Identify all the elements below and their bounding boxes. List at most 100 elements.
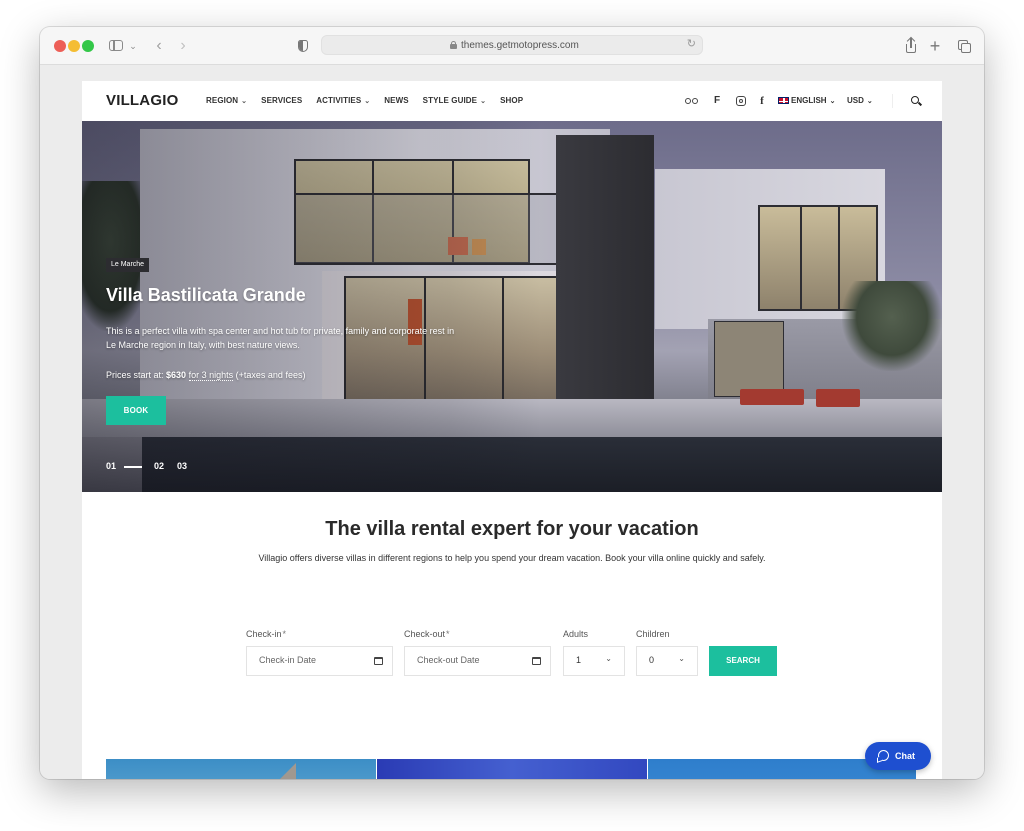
slide-dot-01[interactable]: 01 (106, 460, 116, 472)
label-text: Check-in (246, 629, 282, 639)
reload-icon[interactable]: ↻ (687, 37, 696, 50)
checkout-date-field[interactable]: Check-out Date (404, 646, 551, 676)
children-value: 0 (649, 655, 655, 665)
calendar-icon[interactable] (532, 657, 541, 665)
chat-label: Chat (895, 751, 915, 761)
nav-label: NEWS (384, 96, 409, 105)
zoom-window-button[interactable] (82, 40, 94, 52)
nav-item-shop[interactable]: SHOP (500, 96, 523, 105)
language-selector[interactable]: ENGLISH ⌄ (778, 96, 835, 105)
facebook-icon[interactable]: f (758, 94, 766, 108)
price-period: for 3 nights (188, 370, 234, 381)
children-select[interactable]: 0 ⌄ (636, 646, 698, 676)
hero-slider: Le Marche Villa Bastilicata Grande This … (82, 121, 942, 492)
chevron-down-icon: ⌄ (480, 98, 487, 105)
required-mark: * (446, 629, 450, 639)
nav-label: ACTIVITIES (316, 96, 362, 105)
checkin-date-field[interactable]: Check-in Date (246, 646, 393, 676)
hero-image-sofa (816, 389, 860, 407)
hero-description: This is a perfect villa with spa center … (106, 326, 455, 350)
slide-dot-02[interactable]: 02 (154, 460, 164, 472)
book-button[interactable]: BOOK (106, 396, 166, 425)
chat-button[interactable]: Chat (865, 742, 931, 770)
nav-label: REGION (206, 96, 239, 105)
label-text: Check-out (404, 629, 446, 639)
browser-window: ⌄ ‹ › themes.getmotopress.com ↻ + VILLAG… (40, 27, 984, 779)
hero-image-sofa (740, 389, 804, 405)
checkout-label: Check-out* (404, 629, 450, 639)
chevron-down-icon[interactable]: ⌄ (128, 36, 138, 56)
region-badge[interactable]: Le Marche (106, 258, 150, 272)
header-divider (892, 94, 893, 108)
price-for: for (188, 370, 200, 380)
share-icon[interactable] (904, 36, 918, 56)
tripadvisor-icon[interactable] (684, 94, 700, 108)
forward-icon[interactable]: › (176, 36, 190, 56)
slide-dot-03[interactable]: 03 (177, 460, 187, 472)
adults-value: 1 (576, 655, 582, 665)
language-label: ENGLISH (791, 96, 827, 105)
hero-price: Prices start at: $630 for 3 nights (+tax… (106, 370, 306, 381)
calendar-icon[interactable] (374, 657, 383, 665)
chevron-down-icon: ⌄ (866, 98, 873, 105)
foursquare-icon[interactable]: F (712, 94, 722, 108)
price-nights: 3 nights (201, 370, 234, 380)
nav-label: SERVICES (261, 96, 303, 105)
instagram-icon[interactable] (735, 94, 747, 108)
nav-item-region[interactable]: REGION ⌄ (206, 96, 247, 105)
gallery-item[interactable] (377, 759, 647, 779)
search-icon[interactable] (910, 94, 923, 108)
main-nav: REGION ⌄ SERVICES ACTIVITIES ⌄ NEWS STYLE … (206, 96, 537, 105)
children-label: Children (636, 629, 670, 639)
chat-bubble-icon (878, 750, 889, 761)
address-bar[interactable]: themes.getmotopress.com ↻ (321, 35, 703, 55)
web-viewport: VILLAGIO REGION ⌄ SERVICES ACTIVITIES ⌄ NE… (40, 65, 984, 779)
sidebar-toggle-icon[interactable] (108, 36, 124, 56)
url-text: themes.getmotopress.com (461, 40, 579, 51)
hero-overlay (82, 121, 542, 492)
hero-title[interactable]: Villa Bastilicata Grande (106, 285, 306, 306)
adults-select[interactable]: 1 ⌄ (563, 646, 625, 676)
intro-text: Villagio offers diverse villas in differ… (258, 553, 766, 563)
tab-overview-icon[interactable] (956, 36, 972, 56)
currency-selector[interactable]: USD ⌄ (847, 96, 873, 105)
site-logo[interactable]: VILLAGIO (106, 92, 178, 109)
price-value: $630 (166, 370, 187, 380)
intro-title: The villa rental expert for your vacatio… (325, 518, 699, 540)
chevron-down-icon: ⌄ (364, 98, 371, 105)
chevron-down-icon: ⌄ (241, 98, 248, 105)
back-icon[interactable]: ‹ (152, 36, 166, 56)
hero-image-chimney (556, 135, 654, 405)
hero-image-tree (842, 281, 942, 371)
price-suffix: (+taxes and fees) (235, 370, 306, 380)
web-page: VILLAGIO REGION ⌄ SERVICES ACTIVITIES ⌄ NE… (82, 81, 942, 779)
chevron-down-icon: ⌄ (605, 654, 612, 663)
adults-label: Adults (563, 629, 589, 639)
privacy-shield-icon[interactable] (296, 36, 310, 56)
currency-label: USD (847, 96, 864, 105)
chevron-down-icon: ⌄ (829, 98, 836, 105)
nav-label: SHOP (500, 96, 524, 105)
chevron-down-icon: ⌄ (678, 654, 685, 663)
active-slide-indicator (124, 466, 142, 468)
nav-item-news[interactable]: NEWS (384, 96, 408, 105)
checkout-placeholder: Check-out Date (417, 655, 480, 665)
price-prefix: Prices start at: (106, 370, 164, 380)
required-mark: * (282, 629, 287, 639)
uk-flag-icon (778, 97, 789, 104)
minimize-window-button[interactable] (68, 40, 80, 52)
close-window-button[interactable] (54, 40, 66, 52)
site-header: VILLAGIO REGION ⌄ SERVICES ACTIVITIES ⌄ NE… (82, 81, 942, 121)
hero-image-window (714, 321, 784, 397)
nav-label: STYLE GUIDE (422, 96, 478, 105)
new-tab-icon[interactable]: + (928, 36, 942, 56)
browser-toolbar: ⌄ ‹ › themes.getmotopress.com ↻ + (40, 27, 984, 65)
lock-icon (450, 41, 457, 49)
gallery-item[interactable] (106, 759, 376, 779)
nav-item-services[interactable]: SERVICES (261, 96, 302, 105)
villa-gallery (106, 759, 916, 779)
nav-item-activities[interactable]: ACTIVITIES ⌄ (316, 96, 370, 105)
nav-item-style-guide[interactable]: STYLE GUIDE ⌄ (423, 96, 486, 105)
checkin-placeholder: Check-in Date (259, 655, 317, 665)
search-button[interactable]: SEARCH (709, 646, 777, 676)
